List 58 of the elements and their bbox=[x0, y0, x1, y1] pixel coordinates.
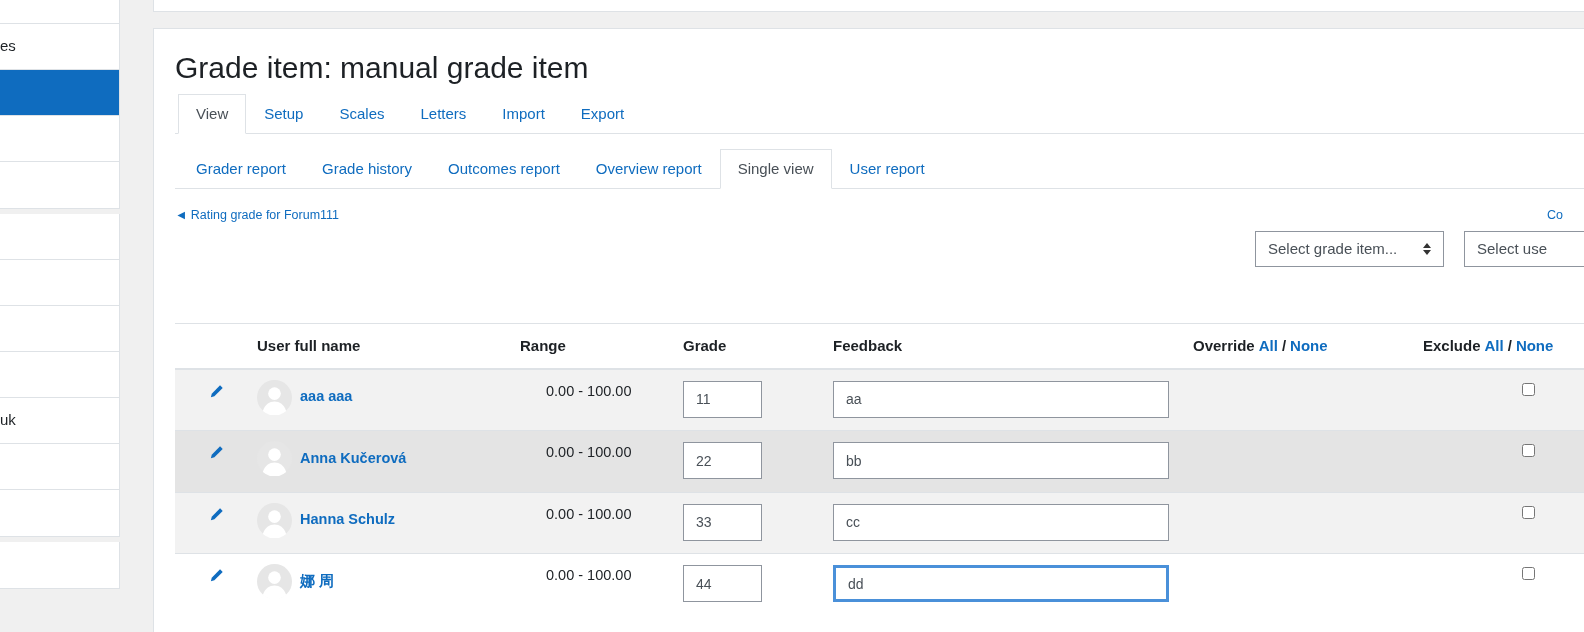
avatar-silhouette-icon bbox=[257, 564, 292, 600]
separator-text: / bbox=[1507, 335, 1512, 356]
nav-tab[interactable]: View bbox=[178, 94, 247, 134]
column-header: Feedback bbox=[833, 336, 903, 354]
nav-tab[interactable]: Scales bbox=[321, 94, 403, 134]
nav-tab[interactable]: Setup bbox=[246, 94, 322, 134]
sort-caret-icon bbox=[1423, 242, 1431, 255]
exclude-checkbox[interactable] bbox=[1522, 567, 1535, 581]
pencil-icon[interactable] bbox=[210, 383, 224, 398]
nav-tab[interactable]: Import bbox=[484, 94, 563, 134]
grade-range-text: 0.00 - 100.00 bbox=[546, 444, 632, 461]
column-header: Override bbox=[1193, 335, 1255, 356]
pencil-icon[interactable] bbox=[210, 506, 224, 521]
report-tab[interactable]: User report bbox=[831, 149, 943, 189]
user-name-link[interactable]: Hanna Schulz bbox=[300, 509, 396, 532]
column-header: Range bbox=[520, 336, 566, 354]
pencil-icon[interactable] bbox=[210, 568, 224, 583]
select-all-link[interactable]: All bbox=[1484, 334, 1504, 357]
select-dropdown[interactable]: Select grade item... bbox=[1255, 230, 1444, 267]
separator-text: / bbox=[1281, 335, 1287, 356]
next-item-link[interactable]: Co bbox=[1547, 206, 1563, 225]
select-none-link[interactable]: None bbox=[1290, 334, 1328, 357]
user-name-link[interactable]: Anna Kučerová bbox=[300, 447, 407, 470]
report-tab[interactable]: Single view bbox=[719, 149, 832, 189]
report-tab[interactable]: Grade history bbox=[304, 149, 431, 189]
nav-tab[interactable]: Letters bbox=[402, 94, 485, 134]
sidebar-item[interactable] bbox=[0, 70, 119, 116]
grade-range-text: 0.00 - 100.00 bbox=[546, 567, 632, 584]
report-tab[interactable]: Outcomes report bbox=[430, 149, 578, 189]
exclude-checkbox[interactable] bbox=[1522, 382, 1535, 396]
grade-range-text: 0.00 - 100.00 bbox=[546, 382, 632, 399]
user-name-link[interactable]: aaa aaa bbox=[300, 386, 353, 409]
select-dropdown[interactable]: Select use bbox=[1464, 230, 1584, 267]
column-header: Grade bbox=[683, 336, 727, 354]
avatar-silhouette-icon bbox=[257, 379, 292, 415]
select-all-link[interactable]: All bbox=[1258, 334, 1278, 357]
column-header: User full name bbox=[257, 336, 361, 354]
grade-input[interactable]: 22 bbox=[683, 442, 762, 480]
nav-tab[interactable]: Export bbox=[562, 94, 643, 134]
feedback-input[interactable]: dd bbox=[833, 565, 1169, 603]
select-none-link[interactable]: None bbox=[1515, 334, 1554, 357]
grade-input[interactable]: 44 bbox=[683, 565, 762, 603]
column-header: Exclude bbox=[1423, 335, 1481, 356]
report-tab[interactable]: Overview report bbox=[577, 149, 720, 189]
avatar-silhouette-icon bbox=[257, 502, 292, 538]
user-name-link[interactable]: 娜 周 bbox=[300, 570, 335, 593]
grade-range-text: 0.00 - 100.00 bbox=[546, 505, 632, 522]
pencil-icon[interactable] bbox=[210, 445, 224, 460]
exclude-checkbox[interactable] bbox=[1522, 505, 1535, 519]
grade-input[interactable]: 33 bbox=[683, 503, 762, 541]
feedback-input[interactable]: cc bbox=[833, 503, 1169, 541]
grade-input[interactable]: 11 bbox=[683, 380, 762, 418]
feedback-input[interactable]: bb bbox=[833, 442, 1169, 480]
feedback-input[interactable]: aa bbox=[833, 380, 1169, 418]
report-tab[interactable]: Grader report bbox=[178, 149, 305, 189]
page-title: Grade item: manual grade item bbox=[175, 50, 590, 86]
previous-item-link[interactable]: ◄ Rating grade for Forum111 bbox=[175, 206, 340, 225]
exclude-checkbox[interactable] bbox=[1522, 444, 1535, 458]
